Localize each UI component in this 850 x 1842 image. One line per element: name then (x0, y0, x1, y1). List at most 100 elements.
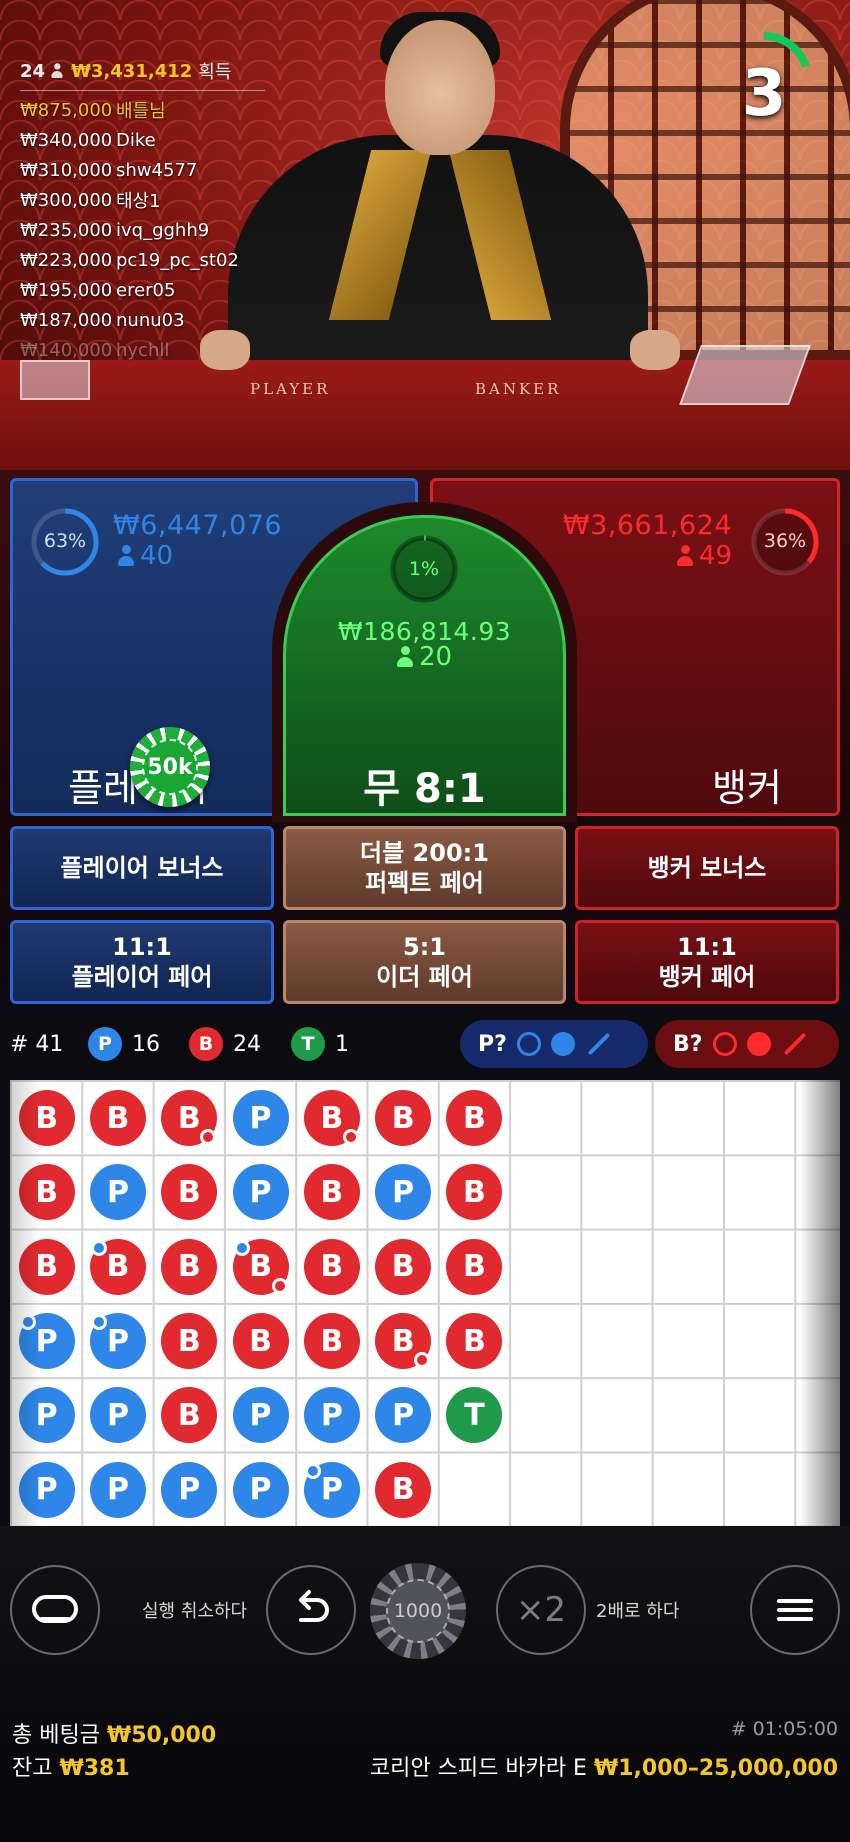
perfect-pair-bet[interactable]: 더블 200:1 퍼펙트 페어 (283, 826, 566, 910)
bead-road-result: P (89, 1387, 146, 1444)
baccarat-screen: PLAYER BANKER 24 ₩3,431,412 획득 ₩875,000 배… (0, 0, 850, 1842)
big-eye-road-icon (516, 1032, 541, 1056)
bead-road-result: B (375, 1238, 432, 1295)
round-number: # 41 (10, 1031, 64, 1057)
leaderboard-row: ₩340,000 Dike (20, 125, 265, 155)
double-label: 2배로 하다 (596, 1601, 680, 1622)
banker-spot-title: 뱅커 (712, 766, 782, 810)
undo-label: 실행 취소하다 (142, 1601, 248, 1622)
leaderboard-name: 배틀님 (116, 101, 166, 122)
player-prediction-button[interactable]: P? (460, 1020, 648, 1068)
table-label-banker: BANKER (475, 380, 562, 398)
bead-road-result: P (303, 1461, 360, 1518)
tie-count-badge: T (291, 1027, 325, 1061)
leaderboard-total: 24 ₩3,431,412 획득 (20, 58, 265, 91)
leaderboard-row: ₩310,000 shw4577 (20, 155, 265, 185)
banker-pair-bet[interactable]: 11:1 뱅커 페어 (575, 920, 839, 1004)
player-percent: 63% (43, 530, 87, 552)
banker-pair-dot (342, 1129, 359, 1146)
leaderboard-amount: ₩340,000 (20, 129, 113, 151)
player-count: 16 (132, 1031, 160, 1057)
leaderboard-amount: ₩195,000 (20, 279, 113, 301)
cockroach-road-icon (587, 1032, 611, 1056)
card-shoe (679, 345, 811, 405)
bead-road-result: B (161, 1313, 218, 1370)
player-pair-dot (90, 1239, 107, 1256)
bead-road-result: P (89, 1164, 146, 1221)
chip-selector[interactable]: 1000 (370, 1563, 466, 1659)
bead-road-result: B (303, 1090, 360, 1147)
chat-button[interactable] (10, 1565, 100, 1655)
bead-road-result: B (161, 1238, 218, 1295)
bead-road-result: P (232, 1461, 289, 1518)
leaderboard-name: nunu03 (116, 309, 185, 331)
leaderboard-name: ivq_gghh9 (116, 219, 210, 241)
leaderboard-row: ₩140,000 hychll (20, 335, 265, 365)
player-pair-dot (233, 1239, 250, 1256)
placed-chip[interactable]: 50k (130, 727, 210, 807)
person-icon (118, 545, 134, 567)
leaderboard-amount: ₩187,000 (20, 309, 113, 331)
player-pair-dot (90, 1314, 107, 1331)
undo-icon (299, 1590, 329, 1622)
banker-count: 24 (233, 1031, 261, 1057)
bead-road-result: B (303, 1238, 360, 1295)
player-bonus-bet[interactable]: 플레이어 보너스 (10, 826, 274, 910)
dealer (228, 135, 648, 395)
winners-leaderboard: 24 ₩3,431,412 획득 ₩875,000 배틀님 ₩340,000 Dike… (20, 58, 265, 365)
total-win-amount: ₩3,431,412 (71, 60, 193, 82)
leaderboard-row: ₩195,000 erer05 (20, 275, 265, 305)
bead-road-result: B (303, 1164, 360, 1221)
bead-road-result: B (161, 1090, 218, 1147)
bead-road-result: P (232, 1164, 289, 1221)
banker-percent: 36% (763, 530, 807, 552)
banker-count-badge: B (189, 1027, 223, 1061)
balance: 잔고 ₩381 (12, 1756, 130, 1781)
cockroach-road-icon (783, 1032, 806, 1056)
bead-road-result: B (232, 1238, 289, 1295)
undo-button[interactable] (266, 1565, 356, 1655)
leaderboard-row: ₩187,000 nunu03 (20, 305, 265, 335)
total-bet: 총 베팅금 ₩50,000 (12, 1723, 217, 1748)
leaderboard-amount: ₩223,000 (20, 249, 113, 271)
banker-bonus-bet[interactable]: 뱅커 보너스 (575, 826, 839, 910)
leaderboard-row: ₩875,000 배틀님 (20, 95, 265, 125)
either-pair-bet[interactable]: 5:1 이더 페어 (283, 920, 566, 1004)
tie-count: 1 (335, 1031, 349, 1057)
chat-icon (32, 1595, 78, 1623)
tie-spot-title: 무 8:1 (363, 766, 486, 812)
person-icon (51, 63, 63, 78)
winners-count: 24 (20, 60, 46, 82)
leaderboard-name: pc19_pc_st02 (116, 249, 239, 271)
leaderboard-amount: ₩875,000 (20, 99, 113, 121)
leaderboard-name: erer05 (116, 279, 176, 301)
bead-road-result: B (375, 1090, 432, 1147)
bead-road-result: B (375, 1461, 432, 1518)
bead-road-result: B (232, 1313, 289, 1370)
bead-road: BBBPPPBPBPPPBBBBBPPPBBPPBBBBPPBPBBPBBBBB… (10, 1080, 840, 1526)
player-pair-bet[interactable]: 11:1 플레이어 페어 (10, 920, 274, 1004)
round-id: # 01:05:00 (730, 1718, 838, 1740)
tie-bettors: 20 (283, 642, 566, 672)
menu-icon (777, 1594, 813, 1626)
leaderboard-row: ₩223,000 pc19_pc_st02 (20, 245, 265, 275)
bead-road-result: B (375, 1313, 432, 1370)
bead-road-result: B (89, 1090, 146, 1147)
banker-pair-dot (271, 1277, 288, 1294)
banker-pool: ₩3,661,624 (562, 510, 732, 541)
menu-button[interactable] (750, 1565, 840, 1655)
double-button[interactable]: ×2 (496, 1565, 586, 1655)
leaderboard-amount: ₩140,000 (20, 339, 113, 361)
leaderboard-row: ₩235,000 ivq_gghh9 (20, 215, 265, 245)
banker-bettors: 49 (676, 541, 732, 571)
bead-road-result: B (303, 1313, 360, 1370)
big-eye-road-icon (712, 1032, 737, 1056)
small-road-icon (746, 1032, 771, 1056)
leaderboard-name: 태상1 (116, 191, 161, 212)
leaderboard-name: shw4577 (116, 159, 198, 181)
bead-road-result: P (89, 1461, 146, 1518)
bead-road-result: P (303, 1387, 360, 1444)
total-win-label: 획득 (198, 62, 232, 83)
leaderboard-row: ₩300,000 태상1 (20, 185, 265, 215)
banker-prediction-button[interactable]: B? (655, 1020, 839, 1068)
